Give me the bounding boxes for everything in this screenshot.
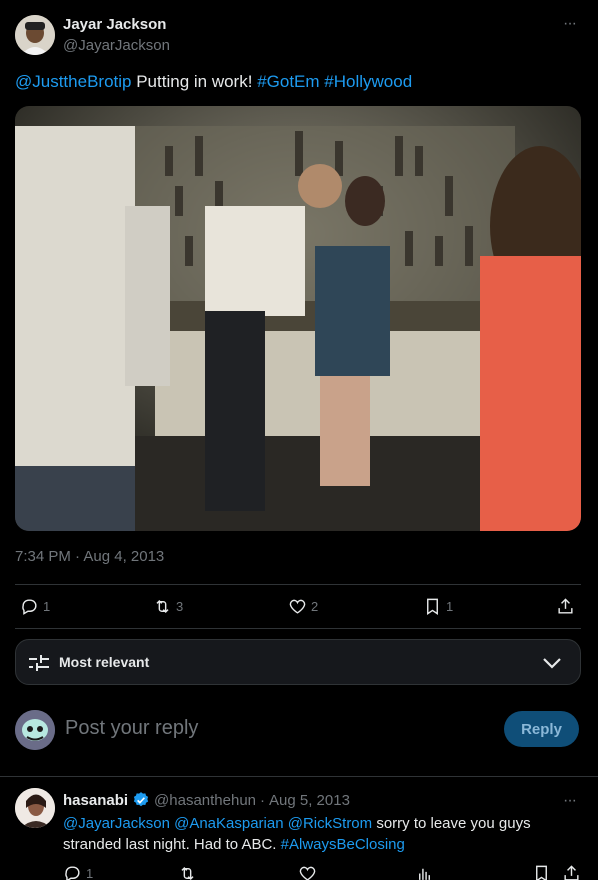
- sort-replies-dropdown[interactable]: Most relevant: [15, 639, 581, 685]
- share-icon: [564, 865, 579, 880]
- hashtag-link[interactable]: #AlwaysBeClosing: [281, 836, 405, 853]
- bookmark-icon: [536, 865, 547, 880]
- reply-text: @JayarJackson @AnaKasparian @RickStrom s…: [63, 813, 563, 855]
- mention-link[interactable]: @JusttheBrotip: [15, 72, 131, 91]
- reply-author-avatar[interactable]: [15, 788, 55, 828]
- reply-action[interactable]: 1: [20, 597, 50, 616]
- divider: [0, 776, 598, 777]
- bookmark-count: 1: [446, 599, 454, 614]
- divider: [15, 628, 581, 629]
- reply-button[interactable]: Reply: [504, 711, 579, 747]
- retweet-icon: [181, 866, 194, 880]
- retweet-count: 3: [176, 599, 184, 614]
- author-name[interactable]: Jayar Jackson: [63, 16, 166, 33]
- bookmark-icon: [427, 598, 438, 615]
- reply-reply-count: 1: [86, 866, 94, 880]
- verified-badge-icon: [133, 792, 149, 807]
- reply-icon: [22, 599, 37, 615]
- reply-count: 1: [43, 599, 51, 614]
- reply-more-options-icon[interactable]: ···: [563, 792, 577, 810]
- tweet-text: @JusttheBrotip Putting in work! #GotEm #…: [15, 71, 585, 93]
- author-handle[interactable]: @JayarJackson: [63, 37, 170, 54]
- hashtag-link[interactable]: #Hollywood: [324, 72, 412, 91]
- like-count: 2: [311, 599, 319, 614]
- sort-label: Most relevant: [59, 654, 150, 670]
- share-icon: [558, 598, 573, 614]
- retweet-action[interactable]: 3: [153, 597, 183, 616]
- mention-link[interactable]: @RickStrom: [288, 815, 372, 832]
- retweet-icon: [156, 599, 169, 614]
- reply-author-handle[interactable]: @hasanthehun: [154, 792, 256, 809]
- reply-share-action[interactable]: [562, 864, 581, 880]
- share-action[interactable]: [556, 597, 575, 616]
- author-avatar[interactable]: [15, 15, 55, 55]
- chevron-down-icon: [543, 658, 561, 669]
- like-action[interactable]: 2: [288, 597, 318, 616]
- divider: [15, 584, 581, 585]
- reply-retweet-action[interactable]: [178, 864, 197, 880]
- tweet-timestamp[interactable]: 7:34 PM · Aug 4, 2013: [15, 548, 164, 565]
- reply-body-text: sorry to leave you guys: [376, 815, 531, 832]
- heart-icon: [299, 866, 316, 880]
- filter-sliders-icon: [29, 655, 49, 671]
- reply-like-action[interactable]: [298, 864, 317, 880]
- heart-icon: [289, 599, 306, 614]
- reply-author-name[interactable]: hasanabi: [63, 792, 128, 809]
- mention-link[interactable]: @AnaKasparian: [174, 815, 283, 832]
- separator-dot: ·: [260, 791, 266, 809]
- bookmark-action[interactable]: 1: [423, 597, 453, 616]
- mention-link[interactable]: @JayarJackson: [63, 815, 170, 832]
- reply-date[interactable]: Aug 5, 2013: [269, 792, 350, 809]
- reply-header: hasanabi @hasanthehun · Aug 5, 2013: [63, 791, 350, 809]
- hashtag-link[interactable]: #GotEm: [257, 72, 319, 91]
- more-options-icon[interactable]: ···: [563, 15, 577, 33]
- tweet-photo[interactable]: [15, 106, 581, 531]
- tweet-body-text: Putting in work!: [136, 72, 253, 91]
- reply-icon: [65, 866, 80, 880]
- reply-reply-action[interactable]: 1: [63, 864, 93, 880]
- reply-views-action[interactable]: [415, 864, 434, 880]
- reply-bookmark-action[interactable]: [532, 864, 551, 880]
- views-chart-icon: [419, 868, 430, 880]
- current-user-avatar[interactable]: [15, 710, 55, 750]
- reply-body-text: stranded last night. Had to ABC.: [63, 836, 277, 853]
- reply-input[interactable]: Post your reply: [65, 717, 485, 740]
